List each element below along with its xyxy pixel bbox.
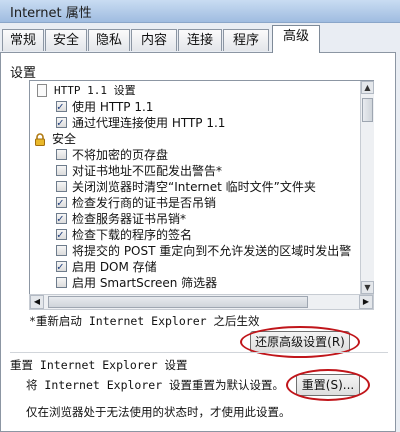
lock-icon xyxy=(34,133,46,146)
reset-note: 仅在浏览器处于无法使用的状态时，才使用此设置。 xyxy=(26,405,291,419)
settings-list[interactable]: HTTP 1.1 设置 使用 HTTP 1.1 通过代理连接使用 HTTP 1.… xyxy=(29,80,374,295)
list-header-security: 安全 xyxy=(30,131,360,147)
checkbox-empty-temp-files[interactable] xyxy=(56,181,67,192)
list-item-dom-storage[interactable]: 启用 DOM 存储 xyxy=(30,259,360,275)
tab-security[interactable]: 安全 xyxy=(45,29,87,51)
reset-description: 将 Internet Explorer 设置重置为默认设置。 xyxy=(26,378,285,392)
tab-connections[interactable]: 连接 xyxy=(178,29,222,51)
tab-programs[interactable]: 程序 xyxy=(223,29,269,51)
list-item-empty-temp-files[interactable]: 关闭浏览器时清空“Internet 临时文件”文件夹 xyxy=(30,179,360,195)
divider xyxy=(10,352,388,353)
scroll-up-arrow-icon[interactable]: ▲ xyxy=(361,81,374,94)
tab-strip: 常规 安全 隐私 内容 连接 程序 高级 xyxy=(0,23,400,53)
reset-section-title: 重置 Internet Explorer 设置 xyxy=(10,358,188,372)
list-item-publisher-revocation[interactable]: 检查发行商的证书是否吊销 xyxy=(30,195,360,211)
list-item-smartscreen[interactable]: 启用 SmartScreen 筛选器 xyxy=(30,275,360,291)
list-item-use-http11[interactable]: 使用 HTTP 1.1 xyxy=(30,99,360,115)
list-header-http11: HTTP 1.1 设置 xyxy=(30,83,360,99)
checkbox-http11-proxy[interactable] xyxy=(56,115,67,131)
checkbox-dom-storage[interactable] xyxy=(56,259,67,275)
horizontal-scroll-thumb[interactable] xyxy=(48,296,308,308)
checkbox-cert-mismatch[interactable] xyxy=(56,165,67,176)
checkbox-post-redirect-warn[interactable] xyxy=(56,245,67,256)
checkbox-use-http11[interactable] xyxy=(56,99,67,115)
scroll-down-arrow-icon[interactable]: ▼ xyxy=(361,281,374,294)
list-item-server-revocation[interactable]: 检查服务器证书吊销* xyxy=(30,211,360,227)
restart-note: *重新启动 Internet Explorer 之后生效 xyxy=(29,314,260,328)
horizontal-scrollbar[interactable]: ◀ ▶ xyxy=(29,294,374,310)
document-icon xyxy=(37,84,47,97)
tab-general[interactable]: 常规 xyxy=(2,29,44,51)
list-item-download-signature[interactable]: 检查下载的程序的签名 xyxy=(30,227,360,243)
list-item-http11-proxy[interactable]: 通过代理连接使用 HTTP 1.1 xyxy=(30,115,360,131)
settings-group-label: 设置 xyxy=(10,66,37,81)
vertical-scrollbar[interactable]: ▲ ▼ xyxy=(360,81,374,294)
scroll-thumb[interactable] xyxy=(362,98,373,122)
checkbox-smartscreen[interactable] xyxy=(56,277,67,288)
highlight-ellipse-restore xyxy=(240,326,360,358)
list-item-no-save-encrypted[interactable]: 不将加密的页存盘 xyxy=(30,147,360,163)
list-item-cert-mismatch[interactable]: 对证书地址不匹配发出警告* xyxy=(30,163,360,179)
checkbox-publisher-revocation[interactable] xyxy=(56,195,67,211)
tab-content[interactable]: 内容 xyxy=(131,29,177,51)
tab-advanced[interactable]: 高级 xyxy=(272,25,320,53)
checkbox-download-signature[interactable] xyxy=(56,227,67,243)
checkbox-no-save-encrypted[interactable] xyxy=(56,149,67,160)
highlight-ellipse-reset xyxy=(286,369,370,401)
checkbox-server-revocation[interactable] xyxy=(56,211,67,227)
title-bar: Internet 属性 xyxy=(0,0,400,23)
tab-privacy[interactable]: 隐私 xyxy=(88,29,130,51)
window-title: Internet 属性 xyxy=(10,6,92,21)
list-item-post-redirect-warn[interactable]: 将提交的 POST 重定向到不允许发送的区域时发出警 xyxy=(30,243,360,259)
scroll-right-arrow-icon[interactable]: ▶ xyxy=(359,295,373,309)
scroll-left-arrow-icon[interactable]: ◀ xyxy=(30,295,44,309)
